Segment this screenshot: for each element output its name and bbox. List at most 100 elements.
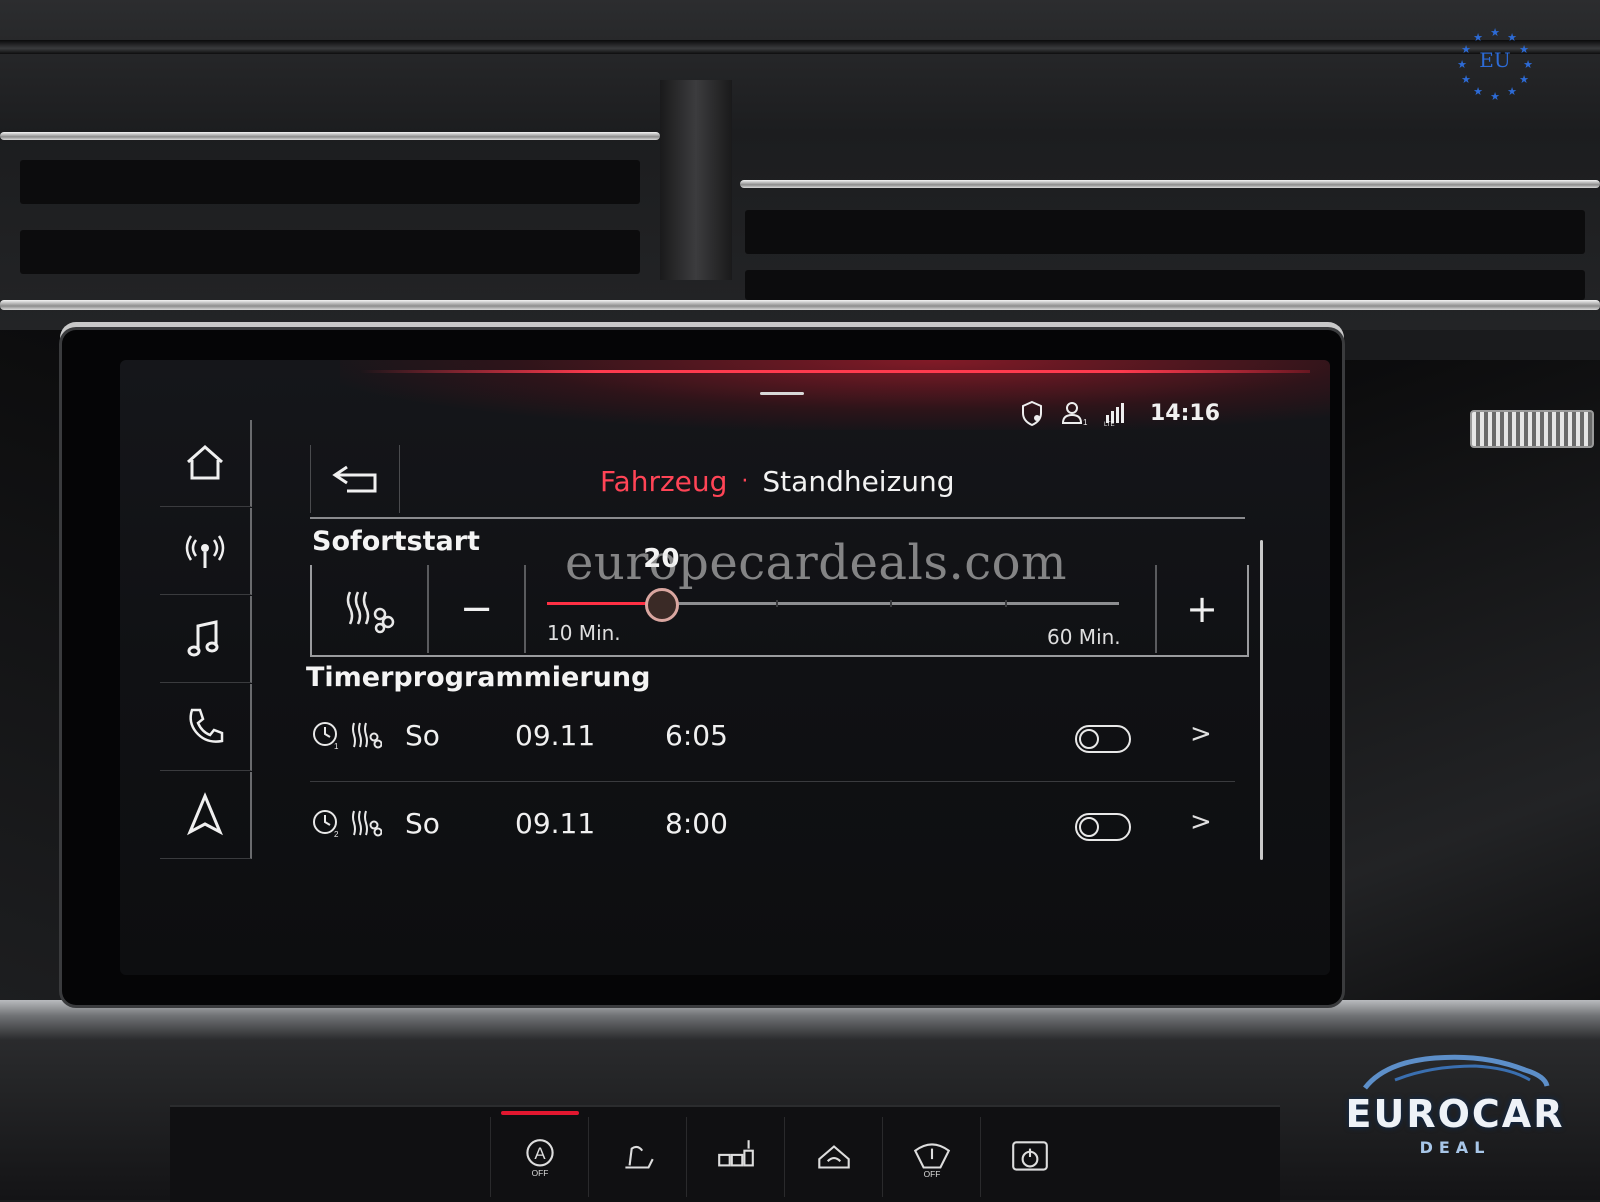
heater-icon: [350, 719, 383, 755]
radio-icon: [185, 535, 225, 568]
timer-details-arrow[interactable]: >: [1190, 719, 1212, 749]
vent-chrome-right: [740, 180, 1600, 188]
timer-row[interactable]: 1 So 09.11 6:05 >: [310, 695, 1235, 782]
duration-slider-fill: [547, 602, 662, 605]
slider-tick: [1004, 600, 1007, 607]
svg-text:LTE: LTE: [1104, 422, 1115, 427]
pull-down-handle[interactable]: [760, 392, 804, 395]
duration-max-label: 60 Min.: [1047, 625, 1121, 649]
duration-slider-thumb[interactable]: [645, 588, 680, 622]
vent-chrome-left: [0, 132, 660, 140]
power-icon: [1012, 1141, 1048, 1171]
duration-min-label: 10 Min.: [547, 621, 621, 645]
scrollbar[interactable]: [1260, 540, 1263, 860]
seat-heat-button[interactable]: [588, 1117, 687, 1197]
timer-1-clock-icon: 1: [310, 719, 342, 755]
dashboard-top: [0, 0, 1600, 330]
timer-toggle[interactable]: [1075, 725, 1131, 753]
svg-text:★: ★: [1473, 85, 1483, 98]
svg-text:★: ★: [1507, 85, 1517, 98]
back-arrow-icon: [332, 465, 377, 493]
svg-text:★: ★: [1519, 73, 1529, 86]
breadcrumb-parent[interactable]: Fahrzeug: [600, 465, 727, 498]
accent-line: [360, 370, 1310, 373]
user-profile-icon[interactable]: 1: [1060, 399, 1088, 427]
auto-off-button[interactable]: A OFF: [490, 1111, 589, 1197]
side-panel-right: [1330, 360, 1600, 1010]
lte-signal-icon: LTE: [1104, 403, 1124, 427]
slider-tick: [890, 600, 893, 607]
svg-text:★: ★: [1490, 26, 1500, 39]
svg-text:★: ★: [1461, 73, 1471, 86]
back-button[interactable]: [310, 445, 400, 513]
duration-slider[interactable]: 20: [547, 544, 1119, 622]
rear-defrost-button[interactable]: [686, 1117, 785, 1197]
wiper-off-button[interactable]: OFF: [882, 1117, 981, 1197]
infotainment-screen: 1 LTE 14:16 Fahrzeug · Standheizung Sofo…: [120, 360, 1330, 975]
increase-duration-button[interactable]: +: [1155, 565, 1247, 653]
svg-text:A: A: [534, 1144, 546, 1163]
timer-programming-title: Timerprogrammierung: [306, 662, 651, 693]
timer-day: So: [405, 807, 440, 840]
nav-item-home[interactable]: [160, 420, 252, 507]
shield-location-icon: [1021, 400, 1042, 427]
svg-text:★: ★: [1473, 31, 1483, 44]
breadcrumb: Fahrzeug · Standheizung: [600, 465, 955, 498]
svg-text:★: ★: [1490, 90, 1500, 102]
timer-date: 09.11: [515, 719, 596, 752]
seat-heat-icon: [625, 1145, 654, 1169]
timer-2-clock-icon: 2: [310, 807, 342, 843]
page-title: Standheizung: [762, 465, 955, 498]
navigation-icon: [187, 792, 223, 836]
home-icon: [187, 444, 223, 480]
recirculation-icon: [818, 1145, 850, 1169]
climate-control-bar: A OFF OFF: [170, 1105, 1280, 1202]
auto-off-icon: A OFF: [526, 1139, 554, 1178]
quick-start-title: Sofortstart: [312, 526, 480, 557]
dash-chrome-strip: [0, 300, 1600, 310]
vent-divider: [660, 80, 732, 280]
recirculation-button[interactable]: [784, 1117, 883, 1197]
sidebar-nav: [160, 420, 252, 860]
vent-slat: [745, 270, 1585, 300]
wiper-off-icon: OFF: [913, 1143, 951, 1178]
svg-text:OFF: OFF: [532, 1168, 549, 1178]
music-icon: [187, 620, 219, 657]
eu-badge: ★ ★ ★ ★ ★ ★ ★ ★ ★ ★ ★ ★ EU: [1455, 22, 1535, 103]
nav-item-phone[interactable]: [160, 684, 252, 771]
watermark: europecardeals.com: [565, 535, 1068, 591]
timer-time: 8:00: [665, 807, 728, 840]
brand-logo: EUROCAR DEAL: [1335, 1040, 1575, 1160]
nav-item-media[interactable]: [160, 596, 252, 683]
heater-start-button[interactable]: [312, 565, 429, 653]
brand-subtitle: DEAL: [1419, 1138, 1491, 1157]
control-knob[interactable]: [1470, 410, 1594, 448]
svg-text:2: 2: [334, 830, 339, 839]
header-divider: [310, 517, 1245, 519]
svg-text:1: 1: [1083, 418, 1088, 427]
air-vent-top: [0, 40, 1600, 54]
svg-text:1: 1: [334, 742, 339, 751]
car-silhouette-icon: [1363, 1054, 1550, 1090]
brand-name: EUROCAR: [1345, 1092, 1565, 1136]
eu-badge-label: EU: [1479, 48, 1511, 72]
side-panel-left: [0, 330, 70, 1010]
decrease-duration-button[interactable]: −: [429, 565, 526, 653]
svg-text:★: ★: [1507, 31, 1517, 44]
timer-date: 09.11: [515, 807, 596, 840]
svg-text:OFF: OFF: [924, 1169, 941, 1178]
timer-toggle[interactable]: [1075, 813, 1131, 841]
timer-row[interactable]: 2 So 09.11 8:00 >: [310, 783, 1235, 869]
power-button[interactable]: [980, 1117, 1079, 1197]
vent-slat: [20, 230, 640, 274]
defrost-rear-icon: [718, 1140, 754, 1167]
auxiliary-heater-icon: [346, 591, 394, 634]
timer-time: 6:05: [665, 719, 728, 752]
timer-details-arrow[interactable]: >: [1190, 807, 1212, 837]
nav-item-navigation[interactable]: [160, 772, 252, 859]
breadcrumb-separator: ·: [741, 469, 749, 494]
slider-tick: [775, 600, 778, 607]
vent-slat: [20, 160, 640, 204]
nav-item-radio[interactable]: [160, 508, 252, 595]
vent-slat: [745, 210, 1585, 254]
